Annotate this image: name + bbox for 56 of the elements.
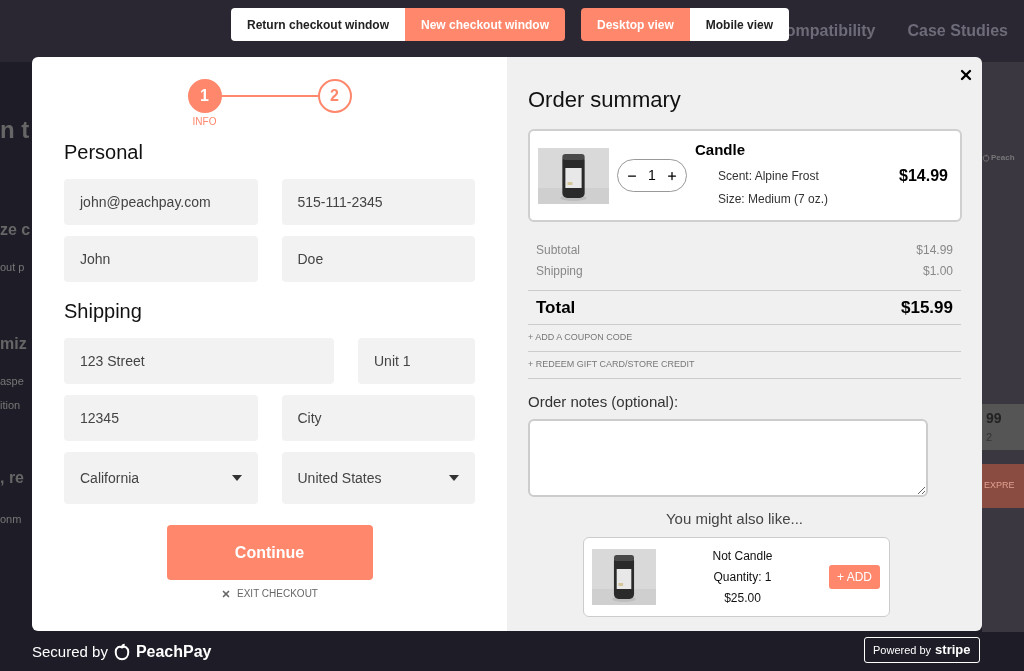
input-field[interactable]: 123 Street	[64, 338, 334, 384]
input-field[interactable]: john@peachpay.com	[64, 179, 258, 225]
item-price: $14.99	[899, 165, 948, 186]
background-text: miz	[0, 336, 27, 352]
upsell-name: Not Candle	[712, 547, 773, 565]
toggle-button[interactable]: Return checkout window	[231, 8, 405, 41]
caret-icon	[231, 475, 242, 481]
background-text: ition	[0, 400, 21, 411]
plus-icon[interactable]	[666, 169, 678, 182]
input-field[interactable]: Doe	[281, 236, 475, 282]
background-text: onm	[0, 514, 22, 525]
background-text: Peach	[991, 152, 1015, 164]
summary-value: $14.99	[916, 242, 953, 259]
summary-link[interactable]: + REDEEM GIFT CARD/STORE CREDIT	[528, 358, 695, 372]
brand-name: PeachPay	[135, 642, 212, 662]
step-indicator: 2	[317, 79, 352, 113]
close-icon[interactable]	[958, 67, 974, 83]
input-field[interactable]: 515-111-2345	[281, 179, 475, 225]
input-field[interactable]: City	[281, 395, 475, 441]
step-indicator: 1	[187, 79, 222, 113]
toggle-button[interactable]: Mobile view	[689, 8, 790, 41]
secured-text: Secured by	[32, 641, 108, 662]
section-heading: Personal	[64, 140, 144, 165]
summary-label: Subtotal	[536, 242, 581, 259]
input-field[interactable]: John	[64, 236, 258, 282]
peach-logo-icon	[112, 643, 131, 661]
product-option: Scent: Alpine Frost	[718, 166, 900, 185]
upsell-price: $25.00	[724, 589, 761, 607]
summary-value: $1.00	[922, 263, 953, 280]
product-name: Candle	[695, 140, 746, 160]
caret-icon	[449, 475, 459, 481]
select-field[interactable]: California	[64, 452, 258, 504]
background-text: out p	[0, 262, 25, 273]
summary-label: Shipping	[536, 263, 583, 280]
summary-link[interactable]: + ADD A COUPON CODE	[528, 331, 633, 345]
input-field[interactable]: Unit 1	[358, 338, 475, 384]
background-text: ze c	[0, 222, 31, 238]
exit-checkout-link[interactable]: EXIT CHECKOUT	[221, 586, 318, 601]
select-field[interactable]: United States	[281, 452, 475, 504]
peach-logo-icon	[982, 154, 990, 162]
notes-label: Order notes (optional):	[528, 392, 680, 412]
background-text: , re	[0, 470, 24, 486]
product-option: Size: Medium (7 oz.)	[718, 189, 900, 208]
powered-by-badge[interactable]: Powered by stripe	[864, 637, 980, 663]
close-icon	[221, 588, 232, 599]
total-label: Total	[536, 296, 576, 319]
upsell-quantity: Quantity: 1	[713, 568, 772, 586]
input-field[interactable]: 12345	[64, 395, 258, 441]
notes-field[interactable]	[528, 418, 928, 497]
background-text: aspe	[0, 376, 24, 387]
upsell-title: You might also like...	[666, 508, 803, 529]
section-heading: Shipping	[64, 299, 143, 324]
step-caption: INFO	[192, 115, 217, 129]
background-text: n t	[0, 118, 30, 142]
summary-title: Order summary	[528, 86, 682, 114]
total-value: $15.99	[901, 296, 953, 319]
